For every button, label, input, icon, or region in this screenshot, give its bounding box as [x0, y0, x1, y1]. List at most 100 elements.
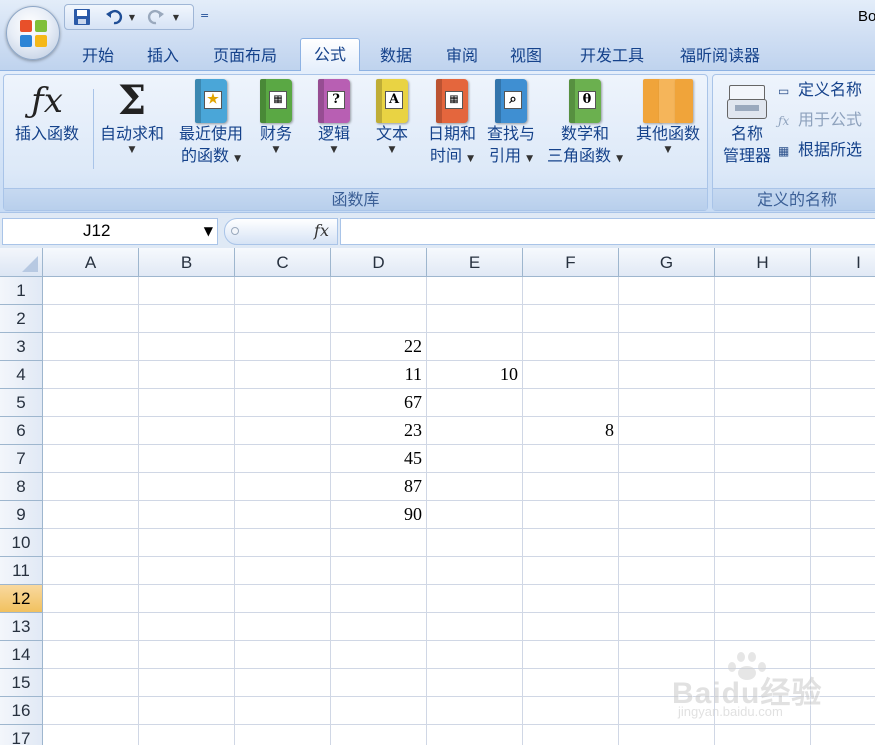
name-manager-icon — [725, 79, 769, 123]
customize-qat-button[interactable]: = — [200, 9, 212, 23]
autosum-button[interactable]: Σ 自动求和 ▼ — [94, 79, 170, 156]
column-header-c[interactable]: C — [235, 248, 331, 277]
name-manager-label-2: 管理器 — [722, 146, 771, 165]
lookup-label-1: 查找与 — [486, 124, 535, 143]
tab-review[interactable]: 审阅 — [434, 42, 490, 70]
define-name-icon: ▭ — [778, 84, 790, 98]
formula-input[interactable] — [340, 218, 875, 245]
row-header-11[interactable]: 11 — [0, 557, 43, 585]
gridline-vertical — [138, 277, 139, 745]
redo-icon[interactable] — [145, 8, 167, 28]
undo-dropdown-icon[interactable]: ▼ — [127, 8, 137, 28]
row-header-8[interactable]: 8 — [0, 473, 43, 501]
row-header-3[interactable]: 3 — [0, 333, 43, 361]
more-functions-books-icon — [643, 79, 693, 123]
save-icon[interactable] — [71, 8, 93, 28]
chevron-down-icon[interactable]: ▼ — [204, 224, 213, 238]
cell-d4[interactable]: 11 — [331, 361, 426, 388]
math-trig-button[interactable]: θ 数学和 三角函数 ▼ — [542, 79, 628, 170]
row-header-12[interactable]: 12 — [0, 585, 43, 613]
redo-dropdown-icon[interactable]: ▼ — [171, 8, 181, 28]
tab-developer[interactable]: 开发工具 — [566, 42, 658, 70]
cell-d3[interactable]: 22 — [331, 333, 426, 360]
row-header-10[interactable]: 10 — [0, 529, 43, 557]
tab-view[interactable]: 视图 — [498, 42, 554, 70]
row-header-16[interactable]: 16 — [0, 697, 43, 725]
document-title: Bo — [858, 8, 875, 25]
row-header-1[interactable]: 1 — [0, 277, 43, 305]
row-header-7[interactable]: 7 — [0, 445, 43, 473]
row-header-15[interactable]: 15 — [0, 669, 43, 697]
function-library-label: 函数库 — [4, 188, 707, 210]
recently-used-button[interactable]: ★ 最近使用 的函数 ▼ — [170, 79, 252, 170]
gridline-horizontal — [43, 612, 875, 613]
lookup-reference-button[interactable]: ⌕ 查找与 引用 ▼ — [482, 79, 540, 170]
title-bar: ▼ ▼ = Bo — [0, 0, 875, 38]
define-name-button[interactable]: ▭ 定义名称 — [778, 79, 862, 102]
name-manager-button[interactable]: 名称 管理器 — [715, 79, 779, 167]
use-in-formula-button[interactable]: ƒx 用于公式 — [778, 109, 862, 132]
column-header-b[interactable]: B — [139, 248, 235, 277]
undo-icon[interactable] — [103, 8, 125, 28]
row-header-9[interactable]: 9 — [0, 501, 43, 529]
column-header-g[interactable]: G — [619, 248, 715, 277]
cell-d9[interactable]: 90 — [331, 501, 426, 528]
office-button[interactable] — [6, 6, 60, 60]
baidu-watermark: Baidu经验 jingyan.baidu.com — [672, 652, 872, 728]
logical-button[interactable]: ? 逻辑 ▼ — [312, 79, 356, 155]
gridline-horizontal — [43, 332, 875, 333]
insert-function-fx-button[interactable]: fx — [224, 218, 338, 245]
cell-d8[interactable]: 87 — [331, 473, 426, 500]
tab-formulas[interactable]: 公式 — [300, 38, 360, 71]
chevron-down-icon: ▼ — [330, 145, 338, 155]
cell-d6[interactable]: 23 — [331, 417, 426, 444]
row-header-6[interactable]: 6 — [0, 417, 43, 445]
create-from-selection-button[interactable]: ▦ 根据所选 — [778, 139, 862, 162]
chevron-down-icon: ▼ — [664, 145, 672, 155]
row-header-5[interactable]: 5 — [0, 389, 43, 417]
more-functions-label: 其他函数 — [635, 124, 700, 143]
formula-bar: J12 ▼ fx — [0, 212, 875, 248]
tab-insert[interactable]: 插入 — [138, 42, 188, 70]
row-header-2[interactable]: 2 — [0, 305, 43, 333]
gridline-horizontal — [43, 500, 875, 501]
cell-f6[interactable]: 8 — [523, 417, 618, 444]
tab-data[interactable]: 数据 — [368, 42, 424, 70]
date-time-book-icon: ▦ — [436, 79, 468, 123]
cell-d7[interactable]: 45 — [331, 445, 426, 472]
text-button[interactable]: A 文本 ▼ — [370, 79, 414, 155]
column-header-f[interactable]: F — [523, 248, 619, 277]
column-header-a[interactable]: A — [43, 248, 139, 277]
lookup-label-2: 引用 ▼ — [488, 146, 534, 165]
row-header-14[interactable]: 14 — [0, 641, 43, 669]
name-box[interactable]: J12 ▼ — [2, 218, 218, 245]
math-trig-label-1: 数学和 — [560, 124, 609, 143]
row-header-13[interactable]: 13 — [0, 613, 43, 641]
select-all-button[interactable] — [0, 248, 43, 277]
row-header-17[interactable]: 17 — [0, 725, 43, 745]
gridline-horizontal — [43, 416, 875, 417]
tab-foxit-reader[interactable]: 福昕阅读器 — [668, 42, 772, 70]
fx-icon: ƒx — [31, 81, 63, 121]
gridline-horizontal — [43, 584, 875, 585]
date-time-button[interactable]: ▦ 日期和 时间 ▼ — [424, 79, 480, 170]
cell-d5[interactable]: 67 — [331, 389, 426, 416]
row-header-4[interactable]: 4 — [0, 361, 43, 389]
financial-button[interactable]: ▦ 财务 ▼ — [254, 79, 298, 155]
column-header-i[interactable]: I — [811, 248, 875, 277]
column-header-d[interactable]: D — [331, 248, 427, 277]
column-header-h[interactable]: H — [715, 248, 811, 277]
cell-e4[interactable]: 10 — [427, 361, 522, 388]
insert-function-button[interactable]: ƒx 插入函数 — [8, 79, 86, 145]
financial-label: 财务 — [259, 124, 292, 143]
math-trig-label-2: 三角函数 ▼ — [546, 146, 624, 165]
tab-home[interactable]: 开始 — [70, 42, 126, 70]
more-functions-button[interactable]: 其他函数 ▼ — [630, 79, 706, 155]
recent-label-2: 的函数 ▼ — [180, 146, 242, 165]
fx-small-icon: ƒx — [778, 114, 790, 128]
text-book-icon: A — [376, 79, 408, 123]
tab-page-layout[interactable]: 页面布局 — [202, 42, 288, 70]
column-header-e[interactable]: E — [427, 248, 523, 277]
fx-icon: fx — [314, 221, 329, 240]
gridline-horizontal — [43, 556, 875, 557]
